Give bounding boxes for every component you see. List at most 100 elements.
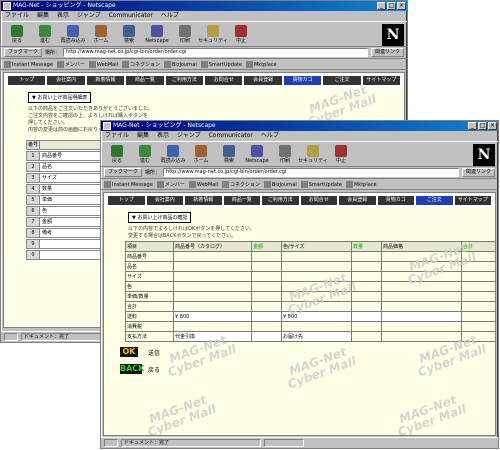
reload-button[interactable]: 再読み込み [161, 145, 186, 164]
menu-go[interactable]: ジャンプ [177, 131, 201, 141]
menu-view[interactable]: 表示 [157, 131, 169, 141]
stop-button[interactable]: 中止 [329, 145, 353, 164]
home-button[interactable]: ホーム [89, 25, 113, 44]
minimize-button[interactable]: _ [468, 122, 477, 130]
table-row: 支払方法 代金引換 お届け先 [125, 331, 495, 342]
pt-mktplace[interactable]: Mktplace [345, 180, 377, 188]
front-description: 以下の内容でよろしければOKボタンを押してください。 変更する場合はBACKボタ… [128, 226, 255, 239]
back-button[interactable]: 戻る [5, 25, 29, 44]
back-nav-tab[interactable]: 買物カゴ [283, 76, 322, 85]
nav-tab[interactable]: 新着情報 [185, 196, 222, 205]
pt-bizjournal[interactable]: BizJournal [264, 180, 297, 188]
netscape-window-icon [3, 2, 11, 10]
lock-icon [207, 25, 219, 37]
forward-button[interactable]: 進む [33, 25, 57, 44]
menu-view[interactable]: 表示 [57, 11, 69, 21]
back-nav-tab[interactable]: 商品一覧 [126, 76, 164, 85]
nav-tab[interactable]: ご利用方法 [262, 196, 299, 205]
back-nav-tab[interactable]: 会員登録 [244, 76, 282, 85]
pt-instant-message[interactable]: Instant Message [4, 60, 53, 68]
netscape-logo: N [382, 24, 404, 46]
back-nav-tab[interactable]: サイトマップ [362, 76, 401, 85]
back-nav-tab[interactable]: トップ [8, 76, 46, 85]
nav-tab[interactable]: お問合せ [300, 196, 337, 205]
security-button[interactable]: セキュリティ [298, 145, 328, 164]
back-header-box: ▼ お買い上げ商品明細表 [28, 92, 92, 103]
security-button[interactable]: セキュリティ [198, 25, 228, 44]
pt-bizjournal[interactable]: BizJournal [164, 60, 197, 68]
menu-file[interactable]: ファイル [105, 131, 129, 141]
reload-icon [67, 25, 79, 37]
front-status-bar: ドキュメント：完了 [101, 437, 498, 448]
back-button[interactable]: 戻る [105, 145, 129, 164]
print-button[interactable]: 印刷 [173, 25, 197, 44]
nav-tab[interactable]: 買物カゴ [377, 196, 414, 205]
back-nav-tab[interactable]: 会社案内 [47, 76, 85, 85]
menu-help[interactable]: ヘルプ [261, 131, 279, 141]
list-item: 2 品名 [26, 162, 106, 173]
netscape-button[interactable]: Netscape [245, 145, 269, 164]
menu-go[interactable]: ジャンプ [77, 11, 101, 21]
search-icon [223, 145, 235, 157]
pt-smartupdate[interactable]: SmartUpdate [300, 180, 342, 188]
pt-webmail[interactable]: WebMail [88, 60, 118, 68]
print-button[interactable]: 印刷 [273, 145, 297, 164]
back-title-bar[interactable]: MAG-Net - ショッピング - Netscape _ □ × [1, 1, 407, 11]
nav-tab-active[interactable]: ご注文 [416, 196, 453, 205]
pt-webmail[interactable]: WebMail [188, 180, 218, 188]
url-field[interactable]: http://www.mag-net.co.jp/cgi-bin/order/o… [63, 48, 368, 57]
back-toolbar: 戻る 進む 再読み込み ホーム 検索 Netscape 印刷 セキュリティ 中止… [1, 21, 407, 47]
menu-edit[interactable]: 編集 [137, 131, 149, 141]
reload-button[interactable]: 再読み込み [61, 25, 86, 44]
nav-tab[interactable]: 会員登録 [339, 196, 376, 205]
bookmarks-button[interactable]: ブックマーク [4, 48, 43, 57]
pt-members[interactable]: メンバー [56, 60, 85, 68]
pt-connections[interactable]: コネクション [221, 180, 260, 188]
nav-tab[interactable]: 商品一覧 [223, 196, 260, 205]
minimize-button[interactable]: _ [377, 2, 386, 10]
list-item: 1 商品番号 [26, 151, 106, 162]
back-nav-tab[interactable]: 新着情報 [86, 76, 125, 85]
related-links-button[interactable]: 関連リンク [461, 168, 495, 177]
back-nav-tab[interactable]: お問合せ [205, 76, 243, 85]
table-row: 消費税 [125, 321, 495, 332]
front-browser-window: MAG-Net - ショッピング - Netscape _ □ × ファイル 編集 … [100, 120, 499, 449]
menu-help[interactable]: ヘルプ [161, 11, 179, 21]
bookmarks-button[interactable]: ブックマーク [104, 168, 143, 177]
home-button[interactable]: ホーム [189, 145, 213, 164]
back-personal-toolbar: Instant Message メンバー WebMail コネクション BizJ… [1, 59, 407, 70]
menu-edit[interactable]: 編集 [37, 11, 49, 21]
list-item: 4 数量 [26, 184, 106, 195]
search-button[interactable]: 検索 [117, 25, 141, 44]
order-table: 項目 商品番号（カタログ） 金額 色/サイズ 数量 商品価格 合計 商品番号 品… [125, 241, 495, 342]
menu-communicator[interactable]: Communicator [109, 11, 153, 21]
back-page-button[interactable]: BACK [120, 364, 144, 374]
pt-connections[interactable]: コネクション [121, 60, 160, 68]
pt-mktplace[interactable]: Mktplace [245, 60, 277, 68]
stop-icon [235, 25, 247, 37]
pt-smartupdate[interactable]: SmartUpdate [200, 60, 242, 68]
netscape-button[interactable]: Netscape [145, 25, 169, 44]
front-title-bar[interactable]: MAG-Net - ショッピング - Netscape _ □ × [101, 121, 498, 131]
pt-members[interactable]: メンバー [156, 180, 185, 188]
pt-instant-message[interactable]: Instant Message [104, 180, 153, 188]
nav-tab[interactable]: トップ [108, 196, 145, 205]
close-button[interactable]: × [397, 2, 406, 10]
url-field[interactable]: http://www.mag-net.co.jp/cgi-bin/order/o… [163, 168, 459, 177]
menu-communicator[interactable]: Communicator [209, 131, 253, 141]
ok-button[interactable]: OK [120, 347, 138, 357]
nav-tab[interactable]: 会社案内 [146, 196, 183, 205]
related-links-button[interactable]: 関連リンク [370, 48, 404, 57]
menu-file[interactable]: ファイル [5, 11, 29, 21]
security-lock-icon [4, 333, 18, 341]
back-label: 戻る [148, 367, 161, 374]
back-nav-tab[interactable]: ご注文 [323, 76, 361, 85]
close-button[interactable]: × [488, 122, 497, 130]
search-button[interactable]: 検索 [217, 145, 241, 164]
maximize-button[interactable]: □ [387, 2, 396, 10]
back-nav-tab[interactable]: ご利用方法 [165, 76, 204, 85]
forward-button[interactable]: 進む [133, 145, 157, 164]
stop-button[interactable]: 中止 [229, 25, 253, 44]
maximize-button[interactable]: □ [478, 122, 487, 130]
nav-tab[interactable]: サイトマップ [454, 196, 491, 205]
